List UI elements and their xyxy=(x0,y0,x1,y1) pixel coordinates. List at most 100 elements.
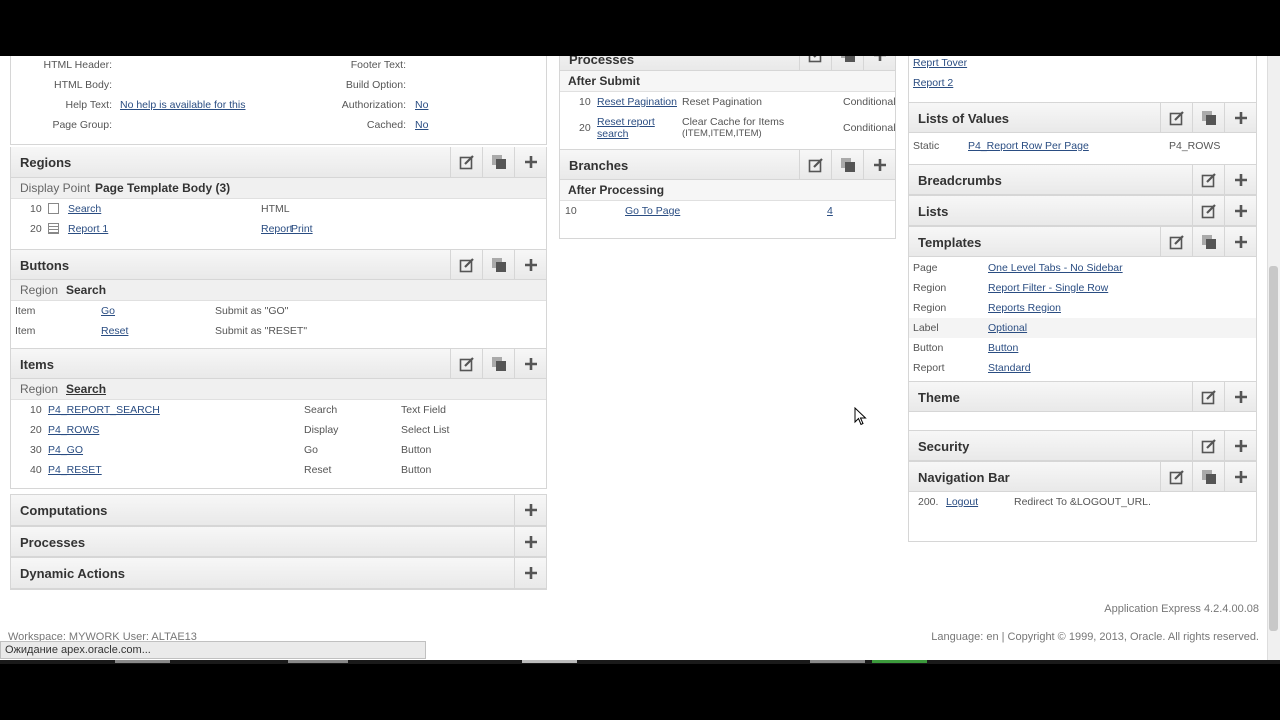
items-add-button[interactable] xyxy=(514,349,546,379)
item-name-link[interactable]: P4_ROWS xyxy=(48,424,99,436)
copy-icon xyxy=(840,56,855,62)
browser-status-bar: Ожидание apex.oracle.com... xyxy=(0,641,426,659)
cached-label: Cached: xyxy=(366,119,406,131)
buttons-edit-button[interactable] xyxy=(450,250,482,280)
mouse-pointer-icon xyxy=(854,407,867,426)
plus-icon xyxy=(524,156,537,168)
items-copy-button[interactable] xyxy=(482,349,514,379)
branch-target-link[interactable]: 4 xyxy=(827,205,833,217)
help-text-link[interactable]: No help is available for this xyxy=(120,99,245,111)
regions-edit-button[interactable] xyxy=(450,147,482,177)
page-processes-title: Processes xyxy=(20,535,86,550)
templates-add-button[interactable] xyxy=(1224,227,1256,257)
shared-link[interactable]: Report 2 xyxy=(913,77,953,89)
lov-kind: Static xyxy=(913,140,940,152)
templates-edit-button[interactable] xyxy=(1160,227,1192,257)
dynamic-actions-header: Dynamic Actions xyxy=(11,557,546,589)
edit-icon xyxy=(1169,111,1184,126)
template-value-link[interactable]: Standard xyxy=(988,362,1031,374)
page-processes-add-button[interactable] xyxy=(514,527,546,557)
cached-link[interactable]: No xyxy=(415,119,428,131)
items-edit-button[interactable] xyxy=(450,349,482,379)
navbar-copy-button[interactable] xyxy=(1192,462,1224,492)
shared-link[interactable]: Reprt Tover xyxy=(913,57,967,69)
branches-copy-button[interactable] xyxy=(831,150,863,180)
regions-copy-button[interactable] xyxy=(482,147,514,177)
edit-icon xyxy=(459,357,474,372)
template-value-link[interactable]: One Level Tabs - No Sidebar xyxy=(988,262,1123,274)
button-name-link[interactable]: Reset xyxy=(101,325,128,337)
taskbar-item[interactable] xyxy=(522,660,577,663)
region-print-link[interactable]: Print xyxy=(291,223,313,235)
branches-edit-button[interactable] xyxy=(799,150,831,180)
plus-icon xyxy=(524,358,537,370)
authorization-link[interactable]: No xyxy=(415,99,428,111)
dynamic-actions-add-button[interactable] xyxy=(514,558,546,588)
buttons-copy-button[interactable] xyxy=(482,250,514,280)
item-name-link[interactable]: P4_GO xyxy=(48,444,83,456)
breadcrumbs-edit-button[interactable] xyxy=(1192,165,1224,195)
button-row: Item Go Submit as "GO" xyxy=(11,301,546,321)
lov-item: P4_ROWS xyxy=(1169,140,1221,152)
buttons-add-button[interactable] xyxy=(514,250,546,280)
branches-add-button[interactable] xyxy=(863,150,895,180)
process-desc: Reset Pagination xyxy=(682,96,762,108)
items-header: Items xyxy=(11,348,546,379)
copy-icon xyxy=(1201,470,1216,484)
items-region-link[interactable]: Search xyxy=(66,382,106,396)
branch-name-link[interactable]: Go To Page xyxy=(625,205,680,217)
lov-add-button[interactable] xyxy=(1224,103,1256,133)
lov-edit-button[interactable] xyxy=(1160,103,1192,133)
region-report-link[interactable]: Report xyxy=(261,223,293,235)
security-add-button[interactable] xyxy=(1224,431,1256,461)
plus-icon xyxy=(1234,440,1247,452)
navbar-edit-button[interactable] xyxy=(1160,462,1192,492)
item-seq: 20 xyxy=(30,424,42,436)
templates-copy-button[interactable] xyxy=(1192,227,1224,257)
region-name-link[interactable]: Search xyxy=(68,203,101,215)
regions-add-button[interactable] xyxy=(514,147,546,177)
template-value-link[interactable]: Optional xyxy=(988,322,1027,334)
button-name-link[interactable]: Go xyxy=(101,305,115,317)
branch-seq: 10 xyxy=(565,205,577,217)
computations-add-button[interactable] xyxy=(514,495,546,525)
breadcrumbs-add-button[interactable] xyxy=(1224,165,1256,195)
processes-edit-button[interactable] xyxy=(799,56,831,70)
process-name-link[interactable]: Reset report xyxy=(597,116,655,128)
template-kind: Button xyxy=(913,342,944,354)
navbar-add-button[interactable] xyxy=(1224,462,1256,492)
scrollbar-thumb[interactable] xyxy=(1269,266,1278,631)
template-kind: Report xyxy=(913,362,945,374)
template-value-link[interactable]: Button xyxy=(988,342,1018,354)
region-name-link[interactable]: Report 1 xyxy=(68,223,108,235)
lov-copy-button[interactable] xyxy=(1192,103,1224,133)
html-header-label: HTML Header: xyxy=(43,59,112,71)
page-scrollbar[interactable] xyxy=(1267,56,1280,662)
lists-edit-button[interactable] xyxy=(1192,196,1224,226)
theme-add-button[interactable] xyxy=(1224,382,1256,412)
security-edit-button[interactable] xyxy=(1192,431,1224,461)
process-name-link-cont[interactable]: search xyxy=(597,128,629,140)
processes-copy-button[interactable] xyxy=(831,56,863,70)
process-name-link[interactable]: Reset Pagination xyxy=(597,96,677,108)
taskbar-item[interactable] xyxy=(872,660,927,663)
template-row: Region Report Filter - Single Row xyxy=(909,278,1256,298)
theme-edit-button[interactable] xyxy=(1192,382,1224,412)
item-name-link[interactable]: P4_REPORT_SEARCH xyxy=(48,404,160,416)
copyright-text: Language: en | Copyright © 1999, 2013, O… xyxy=(931,631,1259,643)
breadcrumbs-title: Breadcrumbs xyxy=(918,173,1002,188)
copy-icon xyxy=(1201,235,1216,249)
template-value-link[interactable]: Reports Region xyxy=(988,302,1061,314)
template-value-link[interactable]: Report Filter - Single Row xyxy=(988,282,1108,294)
templates-header: Templates xyxy=(909,226,1256,257)
lov-name-link[interactable]: P4_Report Row Per Page xyxy=(968,140,1089,152)
edit-icon xyxy=(1201,439,1216,454)
taskbar-item[interactable] xyxy=(115,660,170,663)
taskbar-item[interactable] xyxy=(288,660,348,663)
lists-add-button[interactable] xyxy=(1224,196,1256,226)
item-name-link[interactable]: P4_RESET xyxy=(48,464,102,476)
processes-add-button[interactable] xyxy=(863,56,895,70)
navbar-logout-link[interactable]: Logout xyxy=(946,496,978,508)
taskbar-item[interactable] xyxy=(810,660,865,663)
